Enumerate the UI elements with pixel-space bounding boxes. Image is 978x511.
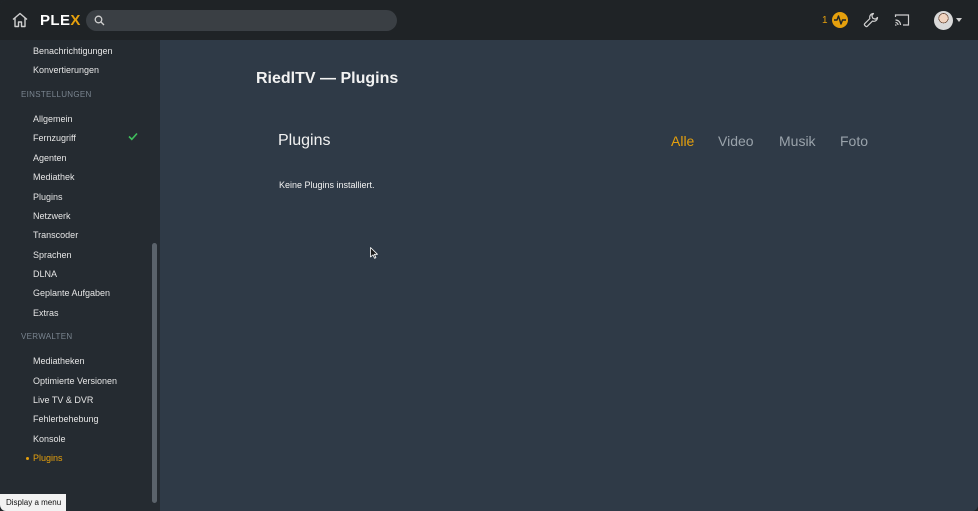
search-bar[interactable] bbox=[86, 10, 397, 31]
sidebar-item-extras[interactable]: Extras bbox=[33, 308, 59, 318]
wrench-icon[interactable] bbox=[863, 12, 879, 28]
section-label-einstellungen: EINSTELLUNGEN bbox=[21, 90, 92, 99]
plex-logo[interactable]: PLEX bbox=[40, 12, 81, 29]
sidebar-item-dlna[interactable]: DLNA bbox=[33, 269, 57, 279]
tab-foto[interactable]: Foto bbox=[840, 133, 868, 149]
sidebar-item-plugins-settings[interactable]: Plugins bbox=[33, 192, 63, 202]
tab-video[interactable]: Video bbox=[718, 133, 754, 149]
section-label-verwalten: VERWALTEN bbox=[21, 332, 73, 341]
sidebar-scrollbar[interactable] bbox=[152, 243, 157, 503]
activity-button[interactable] bbox=[832, 12, 848, 28]
sidebar-item-geplante-aufgaben[interactable]: Geplante Aufgaben bbox=[33, 288, 110, 298]
sidebar-item-optimierte-versionen[interactable]: Optimierte Versionen bbox=[33, 376, 117, 386]
activity-icon bbox=[834, 15, 846, 25]
cast-icon[interactable] bbox=[894, 13, 910, 27]
sidebar-item-netzwerk[interactable]: Netzwerk bbox=[33, 211, 71, 221]
sidebar-item-fernzugriff[interactable]: Fernzugriff bbox=[33, 133, 76, 143]
logo-accent: X bbox=[70, 12, 81, 29]
search-input[interactable] bbox=[110, 10, 390, 31]
sidebar-item-mediathek[interactable]: Mediathek bbox=[33, 172, 75, 182]
chevron-down-icon[interactable] bbox=[956, 18, 962, 22]
search-icon bbox=[94, 15, 105, 26]
page-title: RiedlTV — Plugins bbox=[256, 70, 399, 87]
sidebar-item-live-tv-dvr[interactable]: Live TV & DVR bbox=[33, 395, 93, 405]
sidebar-item-mediatheken[interactable]: Mediatheken bbox=[33, 356, 85, 366]
home-icon[interactable] bbox=[11, 11, 29, 29]
top-bar: PLEX 1 bbox=[0, 0, 978, 40]
activity-count: 1 bbox=[822, 15, 828, 26]
empty-message: Keine Plugins installiert. bbox=[279, 180, 375, 190]
sidebar-item-allgemein[interactable]: Allgemein bbox=[33, 114, 73, 124]
mouse-cursor-icon bbox=[370, 247, 378, 259]
sidebar bbox=[0, 40, 160, 511]
sidebar-item-konvertierungen[interactable]: Konvertierungen bbox=[33, 65, 99, 75]
sidebar-item-transcoder[interactable]: Transcoder bbox=[33, 230, 78, 240]
sidebar-item-fehlerbehebung[interactable]: Fehlerbehebung bbox=[33, 414, 99, 424]
sidebar-item-sprachen[interactable]: Sprachen bbox=[33, 250, 72, 260]
active-indicator bbox=[26, 457, 29, 460]
sidebar-item-benachrichtigungen[interactable]: Benachrichtigungen bbox=[33, 46, 113, 56]
app-window: PLEX 1 Benachrichtigungen Konvertierunge… bbox=[0, 0, 978, 511]
main-content: RiedlTV — Plugins Plugins Alle Video Mus… bbox=[160, 40, 978, 511]
sidebar-item-konsole[interactable]: Konsole bbox=[33, 434, 66, 444]
card-title: Plugins bbox=[278, 132, 331, 149]
sidebar-item-plugins-manage[interactable]: Plugins bbox=[33, 453, 63, 463]
sidebar-item-agenten[interactable]: Agenten bbox=[33, 153, 67, 163]
check-icon bbox=[128, 132, 138, 141]
avatar[interactable] bbox=[934, 11, 953, 30]
tab-alle[interactable]: Alle bbox=[671, 133, 694, 149]
tooltip: Display a menu bbox=[0, 494, 66, 511]
tab-musik[interactable]: Musik bbox=[779, 133, 816, 149]
logo-text: PLE bbox=[40, 12, 71, 29]
